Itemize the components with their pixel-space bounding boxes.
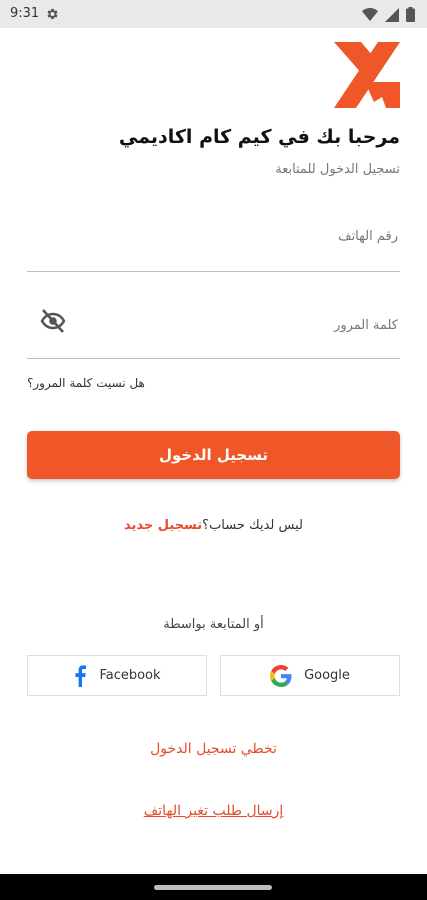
welcome-subtitle: تسجيل الدخول للمتابعة bbox=[275, 162, 400, 177]
phone-field bbox=[27, 210, 400, 272]
facebook-icon bbox=[75, 664, 87, 687]
navigation-bar bbox=[0, 874, 427, 900]
google-button[interactable]: Google bbox=[220, 655, 400, 696]
facebook-button[interactable]: Facebook bbox=[27, 655, 207, 696]
or-continue-label: أو المتابعة بواسطة bbox=[163, 617, 264, 632]
wifi-icon bbox=[362, 8, 378, 21]
signup-link[interactable]: تسجيل جديد bbox=[124, 518, 202, 533]
status-bar: 9:31 bbox=[0, 0, 427, 28]
password-field bbox=[27, 297, 400, 359]
welcome-title: مرحبا بك في كيم كام اكاديمي bbox=[118, 126, 400, 148]
skip-login-link[interactable]: تخطي تسجيل الدخول bbox=[0, 741, 427, 757]
signup-prompt: ليس لديك حساب؟ bbox=[202, 518, 303, 533]
home-indicator[interactable] bbox=[154, 885, 272, 890]
phone-input[interactable] bbox=[27, 218, 400, 254]
kimkam-logo bbox=[334, 42, 400, 108]
eye-off-icon[interactable] bbox=[39, 308, 67, 334]
battery-icon bbox=[406, 7, 415, 22]
forgot-password-link[interactable]: هل نسيت كلمة المرور؟ bbox=[27, 376, 145, 390]
login-button[interactable]: تسجيل الدخول bbox=[27, 431, 400, 479]
signup-row: ليس لديك حساب؟تسجيل جديد bbox=[0, 518, 427, 533]
facebook-label: Facebook bbox=[99, 668, 161, 683]
signal-icon bbox=[385, 7, 399, 22]
password-input[interactable] bbox=[27, 307, 400, 343]
change-phone-link[interactable]: إرسال طلب تغير الهاتف bbox=[0, 803, 427, 819]
google-label: Google bbox=[304, 668, 350, 683]
gear-icon bbox=[47, 8, 58, 20]
status-time: 9:31 bbox=[10, 6, 40, 21]
google-icon bbox=[270, 664, 292, 687]
